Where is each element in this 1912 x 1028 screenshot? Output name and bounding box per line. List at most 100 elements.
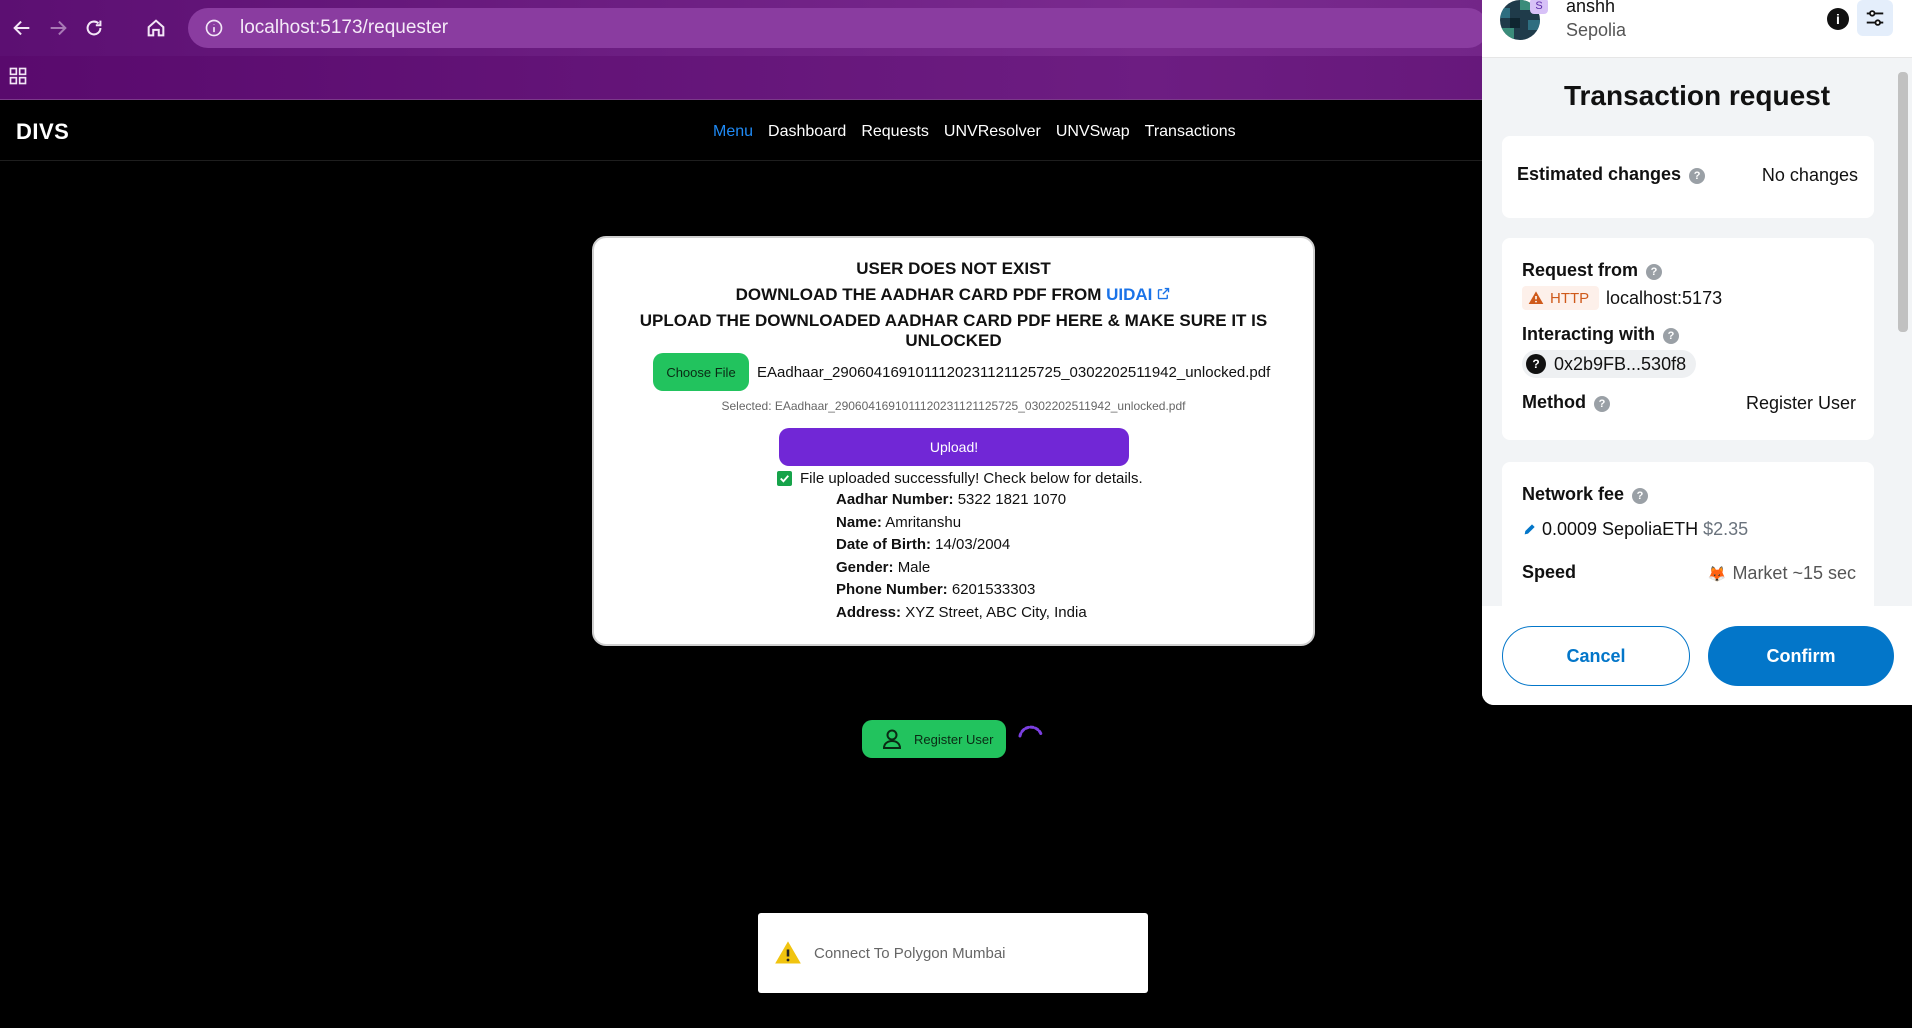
network-fee-section: Network fee? 0.0009 SepoliaETH $2.35 Spe… xyxy=(1502,462,1874,622)
network-name: Sepolia xyxy=(1566,20,1627,40)
contract-address-pill[interactable]: ? 0x2b9FB...530f8 xyxy=(1522,350,1697,378)
advanced-settings-icon[interactable] xyxy=(1857,0,1893,36)
request-section: Request from? HTTP localhost:5173 Intera… xyxy=(1502,238,1874,440)
detail-aadhar-number: Aadhar Number: 5322 1821 1070 xyxy=(836,489,1087,512)
metamask-footer: Cancel Confirm xyxy=(1482,606,1912,705)
method-label: Method? xyxy=(1522,392,1610,413)
fee-fiat: $2.35 xyxy=(1703,519,1749,539)
detail-value: 5322 1821 1070 xyxy=(957,491,1067,508)
help-icon[interactable]: ? xyxy=(1663,328,1680,344)
fee-amount: 0.0009 SepoliaETH xyxy=(1542,519,1699,539)
forward-icon[interactable] xyxy=(40,10,76,46)
request-from-label: Request from? xyxy=(1522,260,1663,281)
help-icon[interactable]: ? xyxy=(1689,168,1706,184)
address-bar[interactable]: localhost:5173/requester xyxy=(188,8,1488,48)
network-fee-label: Network fee? xyxy=(1522,484,1649,505)
nav-requests[interactable]: Requests xyxy=(861,123,929,141)
upload-instruction: UPLOAD THE DOWNLOADED AADHAR CARD PDF HE… xyxy=(639,311,1268,350)
upload-card: USER DOES NOT EXIST DOWNLOAD THE AADHAR … xyxy=(592,236,1315,646)
estimated-changes-label: Estimated changes? xyxy=(1517,164,1706,185)
register-user-label: Register User xyxy=(914,731,994,747)
confirm-button[interactable]: Confirm xyxy=(1708,626,1894,686)
metamask-popup: S anshh Sepolia i Transaction request Es… xyxy=(1482,0,1912,705)
loading-spinner-icon xyxy=(1018,725,1043,738)
origin-text: localhost:5173 xyxy=(1606,288,1723,308)
download-instruction-text: DOWNLOAD THE AADHAR CARD PDF FROM xyxy=(735,285,1102,304)
speed-text: Market ~15 sec xyxy=(1732,563,1856,583)
upload-button[interactable]: Upload! xyxy=(779,428,1129,466)
scrollbar[interactable] xyxy=(1894,58,1912,606)
transaction-details: Transaction request Estimated changes? N… xyxy=(1482,58,1912,622)
back-icon[interactable] xyxy=(4,10,40,46)
detail-label: Aadhar Number: xyxy=(836,491,954,508)
info-icon[interactable]: i xyxy=(1827,8,1849,30)
detail-gender: Gender: Male xyxy=(836,557,1087,580)
detail-value: Amritanshu xyxy=(885,513,962,531)
detail-address: Address: XYZ Street, ABC City, India xyxy=(836,602,1087,625)
upload-success-message: File uploaded successfully! Check below … xyxy=(777,470,1143,487)
help-icon[interactable]: ? xyxy=(1593,396,1610,412)
fee-value[interactable]: 0.0009 SepoliaETH $2.35 xyxy=(1522,519,1748,540)
detail-label: Date of Birth: xyxy=(836,536,931,554)
account-name: anshh xyxy=(1566,0,1616,16)
help-icon[interactable]: ? xyxy=(1646,264,1663,280)
request-from-text: Request from xyxy=(1522,260,1639,280)
speed-label: Speed xyxy=(1522,562,1577,582)
detail-value: Male xyxy=(897,558,931,576)
detail-value: 14/03/2004 xyxy=(935,536,1011,554)
detail-value: 6201533303 xyxy=(951,581,1036,599)
edit-gas-icon xyxy=(1524,524,1535,535)
reload-icon[interactable] xyxy=(76,10,112,46)
detail-value: XYZ Street, ABC City, India xyxy=(905,603,1087,621)
estimated-changes-value: No changes xyxy=(1761,165,1858,185)
site-info-icon[interactable] xyxy=(202,16,226,40)
home-icon[interactable] xyxy=(138,10,174,46)
warning-icon xyxy=(775,941,801,964)
register-user-button[interactable]: Register User xyxy=(862,720,1006,758)
uidai-link-text: UIDAI xyxy=(1106,285,1153,304)
checkmark-icon xyxy=(777,471,792,486)
http-warning-badge: HTTP xyxy=(1522,286,1600,310)
estimated-changes-text: Estimated changes xyxy=(1517,164,1682,184)
nav-dashboard[interactable]: Dashboard xyxy=(768,123,846,141)
fox-icon: 🦊 xyxy=(1707,566,1727,583)
uidai-link[interactable]: UIDAI xyxy=(1106,285,1171,304)
download-instruction: DOWNLOAD THE AADHAR CARD PDF FROM UIDAI xyxy=(594,285,1313,305)
interacting-with-text: Interacting with xyxy=(1522,324,1656,344)
warning-icon xyxy=(1528,291,1544,304)
method-text: Method xyxy=(1522,392,1586,412)
user-icon xyxy=(882,729,902,749)
brand-logo[interactable]: DIVS xyxy=(16,119,69,145)
success-text: File uploaded successfully! Check below … xyxy=(800,470,1143,487)
nav-unvswap[interactable]: UNVSwap xyxy=(1056,123,1130,141)
protocol-text: HTTP xyxy=(1550,289,1590,307)
cancel-button[interactable]: Cancel xyxy=(1502,626,1690,686)
method-value: Register User xyxy=(1745,393,1856,413)
network-toast: Connect To Polygon Mumbai xyxy=(758,913,1148,993)
detail-label: Gender: xyxy=(836,558,894,576)
main-nav: Menu Dashboard Requests UNVResolver UNVS… xyxy=(713,123,1236,141)
aadhar-details: Aadhar Number: 5322 1821 1070 Name: Amri… xyxy=(836,489,1087,625)
user-not-exist-heading: USER DOES NOT EXIST xyxy=(856,259,1051,278)
selected-file-note: Selected: EAadhaar_290604169101112023112… xyxy=(721,399,1186,413)
nav-transactions[interactable]: Transactions xyxy=(1145,123,1236,141)
scroll-thumb[interactable] xyxy=(1898,72,1908,332)
metamask-header: S anshh Sepolia i xyxy=(1482,0,1912,58)
external-link-icon xyxy=(1158,287,1170,300)
apps-grid-icon[interactable] xyxy=(8,66,32,90)
detail-name: Name: Amritanshu xyxy=(836,512,1087,535)
interacting-with-label: Interacting with? xyxy=(1522,324,1680,345)
choose-file-button[interactable]: Choose File xyxy=(653,353,749,391)
speed-value: 🦊 Market ~15 sec xyxy=(1708,563,1856,584)
nav-unvresolver[interactable]: UNVResolver xyxy=(944,123,1041,141)
unknown-contract-icon: ? xyxy=(1526,354,1546,374)
help-icon[interactable]: ? xyxy=(1632,488,1649,504)
url-text: localhost:5173/requester xyxy=(240,17,449,38)
chosen-file-name: EAadhaar_2906041691011120231121125725_03… xyxy=(757,364,1271,381)
nav-menu[interactable]: Menu xyxy=(713,123,753,141)
network-fee-text: Network fee xyxy=(1522,484,1625,504)
detail-label: Address: xyxy=(836,603,902,621)
detail-dob: Date of Birth: 14/03/2004 xyxy=(836,534,1087,557)
estimated-changes-section: Estimated changes? No changes xyxy=(1502,136,1874,218)
detail-phone: Phone Number: 6201533303 xyxy=(836,579,1087,602)
